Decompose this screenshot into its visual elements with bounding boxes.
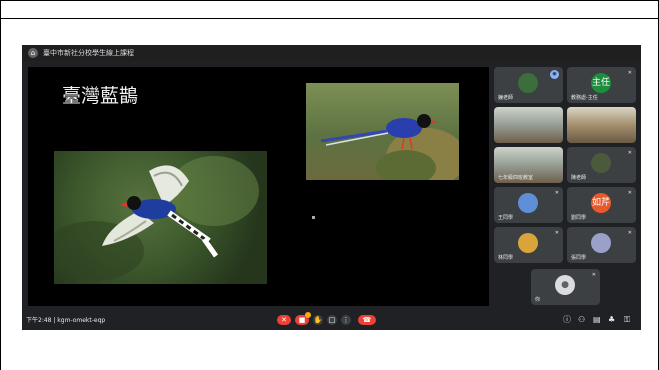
present-button[interactable]: □ [327, 315, 337, 325]
participant-avatar [518, 233, 538, 253]
flying-magpie-svg [54, 156, 259, 281]
presentation-slide: 臺灣藍鵲 [28, 67, 489, 306]
frame-divider [0, 18, 659, 19]
participant-name: 鐘老師 [498, 95, 514, 101]
self-avatar-icon: ● [555, 275, 575, 295]
participant-avatar [518, 193, 538, 213]
mic-off-icon: ✕ [554, 230, 559, 236]
participant-avatar: 主任 [591, 73, 611, 93]
mic-off-icon: ✕ [627, 150, 632, 156]
participant-name: 劉同學 [571, 215, 587, 221]
participant-tile-3[interactable] [494, 107, 563, 143]
slide-title: 臺灣藍鵲 [62, 85, 139, 107]
frame-top-border [0, 0, 659, 1]
participant-tile-8[interactable]: 如芹 ✕ 劉同學 [567, 187, 636, 223]
more-options-button[interactable]: ⋮ [341, 315, 351, 325]
participant-tile-10[interactable]: ✕ 張同學 [567, 227, 636, 263]
participant-tile-2[interactable]: 主任 ✕ 教務處-主任 [567, 67, 636, 103]
title-bar: ⌂ 臺中市新社分校學生線上課程 [22, 45, 641, 61]
activities-icon[interactable]: ♣ [608, 316, 615, 324]
meet-app-icon: ⌂ [28, 48, 38, 58]
mic-off-icon: ✕ [554, 190, 559, 196]
frame-left-border [0, 0, 1, 370]
participant-avatar [518, 73, 538, 93]
meet-window: ⌂ 臺中市新社分校學生線上課程 臺灣藍鵲 ◉ 鐘老師 主任 ✕ 教務處-主任 七… [22, 45, 641, 330]
meeting-time-code: 下午2:48 | kgm-omekt-eqp [26, 317, 106, 324]
mic-off-icon: ✕ [627, 230, 632, 236]
participant-tile-6[interactable]: ✕ 陳老師 [567, 147, 636, 183]
participant-name: 七年級四班教室 [498, 175, 534, 181]
perched-magpie-svg [320, 114, 459, 180]
lock-icon[interactable]: ⚿ [624, 316, 630, 324]
participant-name: 林同學 [498, 255, 514, 261]
speaking-indicator-icon: ◉ [550, 70, 559, 79]
participant-avatar: 如芹 [591, 193, 611, 213]
participant-name: 陳老師 [571, 175, 587, 181]
participant-name: 你 [535, 297, 541, 303]
people-icon[interactable]: ⚇ [578, 316, 585, 324]
participant-name: 教務處-主任 [571, 95, 598, 101]
perched-magpie-photo [306, 83, 459, 180]
participant-name: 王同學 [498, 215, 514, 221]
participant-name: 張同學 [571, 255, 587, 261]
camera-toggle-button[interactable]: ■ [295, 312, 311, 325]
flying-magpie-photo [54, 151, 267, 284]
window-title: 臺中市新社分校學生線上課程 [43, 49, 134, 57]
self-tile[interactable]: ● ✕ 你 [531, 269, 600, 305]
mic-off-icon: ✕ [627, 190, 632, 196]
participant-tile-5[interactable]: 七年級四班教室 [494, 147, 563, 183]
participant-avatar [591, 153, 611, 173]
participant-tile-7[interactable]: ✕ 王同學 [494, 187, 563, 223]
meeting-controls-bar: 下午2:48 | kgm-omekt-eqp ✕ ■ ✋ □ ⋮ ☎ ⓘ ⚇ ▤… [22, 310, 641, 330]
raise-hand-button[interactable]: ✋ [313, 315, 323, 325]
mouse-cursor [312, 216, 315, 219]
participant-tile-4[interactable] [567, 107, 636, 143]
notification-badge [305, 312, 311, 318]
mic-off-icon: ✕ [627, 70, 632, 76]
participant-tile-9[interactable]: ✕ 林同學 [494, 227, 563, 263]
participant-avatar [591, 233, 611, 253]
mic-toggle-button[interactable]: ✕ [277, 315, 291, 325]
chat-icon[interactable]: ▤ [593, 316, 601, 324]
mic-off-icon: ✕ [591, 272, 596, 278]
participant-tile-1[interactable]: ◉ 鐘老師 [494, 67, 563, 103]
end-call-button[interactable]: ☎ [358, 315, 376, 325]
info-icon[interactable]: ⓘ [563, 316, 571, 324]
